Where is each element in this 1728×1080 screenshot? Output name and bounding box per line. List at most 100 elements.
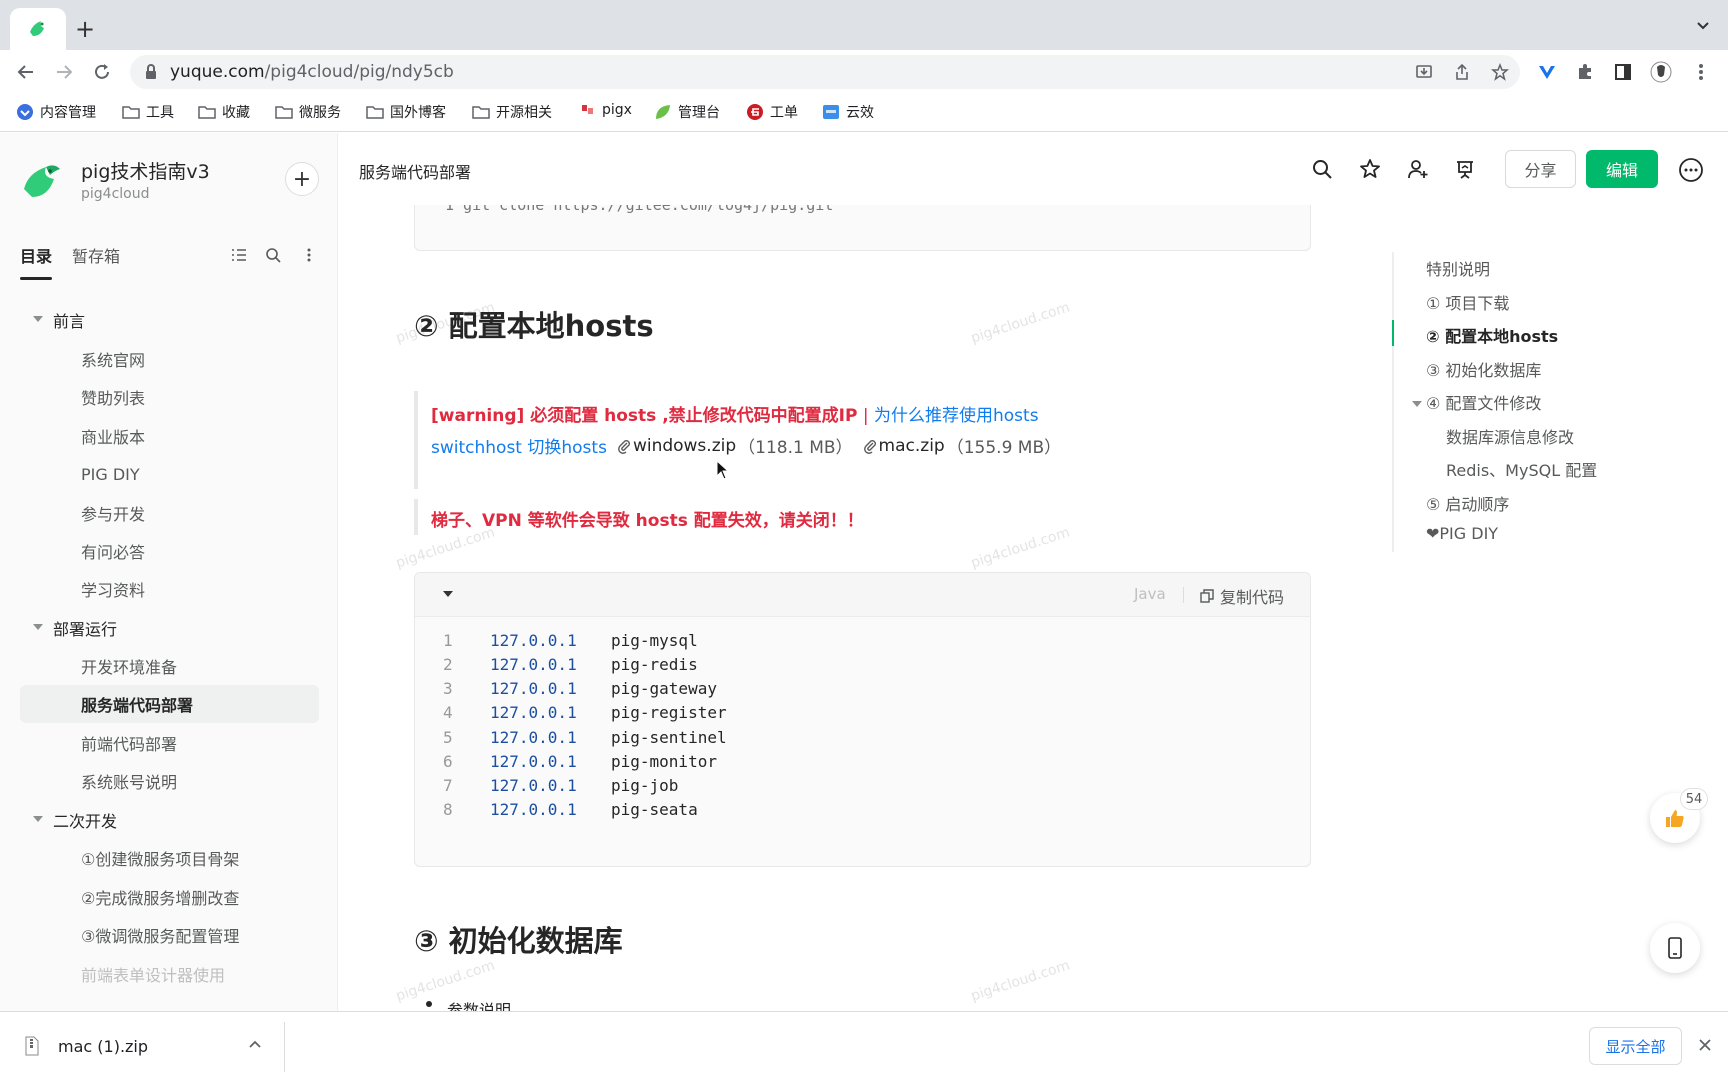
toc-group-preface[interactable]: 前言 — [20, 301, 319, 339]
search-icon[interactable] — [1310, 157, 1334, 181]
vpn-warning-callout: 梯子、VPN 等软件会导致 hosts 配置失效，请关闭！！ — [414, 499, 864, 535]
toc-label: 参与开发 — [81, 505, 146, 524]
caret-down-icon[interactable] — [33, 816, 43, 822]
tab-drafts[interactable]: 暂存箱 — [72, 243, 120, 267]
book-logo-icon[interactable] — [20, 159, 64, 203]
bookmark-folder[interactable]: 开源相关 — [472, 102, 552, 122]
outline-item[interactable]: ④ 配置文件修改 — [1426, 390, 1541, 414]
install-app-icon[interactable] — [1414, 62, 1434, 82]
add-doc-button[interactable]: + — [285, 162, 319, 196]
code-language[interactable]: Java — [1134, 585, 1166, 603]
outline-item[interactable]: ③ 初始化数据库 — [1426, 357, 1541, 381]
extensions-puzzle-icon[interactable] — [1573, 60, 1597, 84]
download-shelf: mac (1).zip 显示全部 — [0, 1011, 1728, 1080]
tab-toc[interactable]: 目录 — [20, 243, 52, 267]
address-bar[interactable]: yuque.com/pig4cloud/pig/ndy5cb — [130, 55, 1520, 89]
bookmark-item[interactable]: 管理台 — [654, 102, 720, 122]
download-file-name[interactable]: mac (1).zip — [58, 1037, 148, 1056]
lock-icon[interactable] — [144, 64, 158, 80]
outline-subitem[interactable]: Redis、MySQL 配置 — [1446, 457, 1597, 481]
chevron-up-icon[interactable] — [248, 1039, 262, 1049]
collapse-caret-icon[interactable] — [443, 591, 453, 597]
side-panel-icon[interactable] — [1611, 60, 1635, 84]
star-icon[interactable] — [1358, 157, 1382, 181]
share-page-icon[interactable] — [1452, 62, 1472, 82]
show-all-downloads-button[interactable]: 显示全部 — [1589, 1027, 1682, 1065]
add-collaborator-icon[interactable] — [1406, 157, 1430, 181]
tab-search-chevron-icon[interactable] — [1696, 18, 1710, 32]
reload-icon[interactable] — [90, 60, 114, 84]
bookmark-folder[interactable]: 收藏 — [198, 102, 250, 122]
zip-file-icon[interactable] — [24, 1036, 40, 1056]
toc-item[interactable]: 前端代码部署 — [20, 724, 319, 762]
toc-item[interactable]: 商业版本 — [20, 417, 319, 455]
copy-code-button[interactable]: 复制代码 — [1200, 584, 1284, 608]
bookmark-label: 工单 — [770, 105, 798, 121]
close-icon[interactable] — [1697, 1037, 1713, 1053]
more-options-icon[interactable] — [1678, 157, 1704, 183]
url-text: yuque.com/pig4cloud/pig/ndy5cb — [170, 62, 454, 82]
bookmark-star-icon[interactable] — [1490, 62, 1510, 82]
attachment-windows[interactable]: windows.zip （118.1 MB） — [617, 433, 853, 458]
heading-configure-hosts: ② 配置本地hosts — [414, 309, 654, 343]
list-view-icon[interactable] — [229, 245, 249, 265]
presentation-icon[interactable] — [1453, 157, 1477, 181]
outline-item[interactable]: ❤PIG DIY — [1426, 524, 1498, 543]
switchhost-link[interactable]: switchhost 切换hosts — [431, 433, 607, 458]
toc-item[interactable]: 参与开发 — [20, 494, 319, 532]
attachment-mac[interactable]: mac.zip （155.9 MB） — [863, 433, 1061, 458]
bookmark-folder[interactable]: 工具 — [122, 102, 174, 122]
share-button[interactable]: 分享 — [1505, 150, 1576, 188]
edit-button[interactable]: 编辑 — [1586, 150, 1658, 188]
outline-item-active[interactable]: ② 配置本地hosts — [1426, 323, 1558, 347]
browser-menu-icon[interactable] — [1689, 60, 1713, 84]
bookmark-item[interactable]: 工单 — [746, 102, 798, 122]
toc-group-deploy[interactable]: 部署运行 — [20, 609, 319, 647]
toc-item[interactable]: 前端表单设计器使用 — [20, 955, 319, 993]
book-owner[interactable]: pig4cloud — [81, 186, 149, 202]
toc-item[interactable]: 系统官网 — [20, 340, 319, 378]
mobile-view-button[interactable] — [1650, 923, 1700, 973]
search-icon[interactable] — [263, 245, 283, 265]
outline-item[interactable]: ⑤ 启动顺序 — [1426, 491, 1509, 515]
toc-item[interactable]: ③微调微服务配置管理 — [20, 916, 319, 954]
toc-item-active[interactable]: 服务端代码部署 — [20, 685, 319, 723]
book-title[interactable]: pig技术指南v3 — [81, 157, 210, 184]
why-hosts-link[interactable]: 为什么推荐使用hosts — [874, 406, 1039, 426]
bookmark-folder[interactable]: 微服务 — [275, 102, 341, 122]
extension-vue-icon[interactable] — [1535, 60, 1559, 84]
toc-item[interactable]: ②完成微服务增删改查 — [20, 878, 319, 916]
bookmark-item[interactable]: 云效 — [822, 102, 874, 122]
caret-down-icon[interactable] — [1412, 401, 1422, 407]
more-vertical-icon[interactable] — [299, 245, 319, 265]
toc-item[interactable]: PIG DIY — [20, 455, 319, 493]
browser-tab-yuque[interactable] — [10, 8, 66, 50]
toc-item[interactable]: 开发环境准备 — [20, 647, 319, 685]
bookmark-item[interactable]: pigx — [580, 102, 632, 118]
folder-icon — [122, 104, 140, 120]
code-header-divider — [1183, 587, 1184, 603]
toc-label: ②完成微服务增删改查 — [81, 889, 240, 908]
forward-icon[interactable] — [52, 60, 76, 84]
folder-icon — [275, 104, 293, 120]
bookmark-item[interactable]: 内容管理 — [16, 102, 96, 122]
caret-down-icon[interactable] — [33, 624, 43, 630]
paperclip-icon — [863, 438, 877, 454]
toc-group-secondary-dev[interactable]: 二次开发 — [20, 801, 319, 839]
outline-item[interactable]: 特别说明 — [1426, 256, 1490, 280]
toc-item[interactable]: 学习资料 — [20, 570, 319, 608]
bookmark-folder[interactable]: 国外博客 — [366, 102, 446, 122]
outline-subitem[interactable]: 数据库源信息修改 — [1446, 424, 1574, 448]
back-icon[interactable] — [14, 60, 38, 84]
new-tab-button[interactable]: + — [72, 15, 98, 43]
code-ip: 127.0.0.1 — [490, 655, 577, 674]
outline-item[interactable]: ① 项目下载 — [1426, 290, 1509, 314]
code-ip: 127.0.0.1 — [490, 776, 577, 795]
toc-item[interactable]: 系统账号说明 — [20, 762, 319, 800]
profile-avatar-icon[interactable] — [1649, 60, 1673, 84]
folder-icon — [472, 104, 490, 120]
toc-item[interactable]: ①创建微服务项目骨架 — [20, 839, 319, 877]
toc-item[interactable]: 赞助列表 — [20, 378, 319, 416]
toc-item[interactable]: 有问必答 — [20, 532, 319, 570]
caret-down-icon[interactable] — [33, 316, 43, 322]
